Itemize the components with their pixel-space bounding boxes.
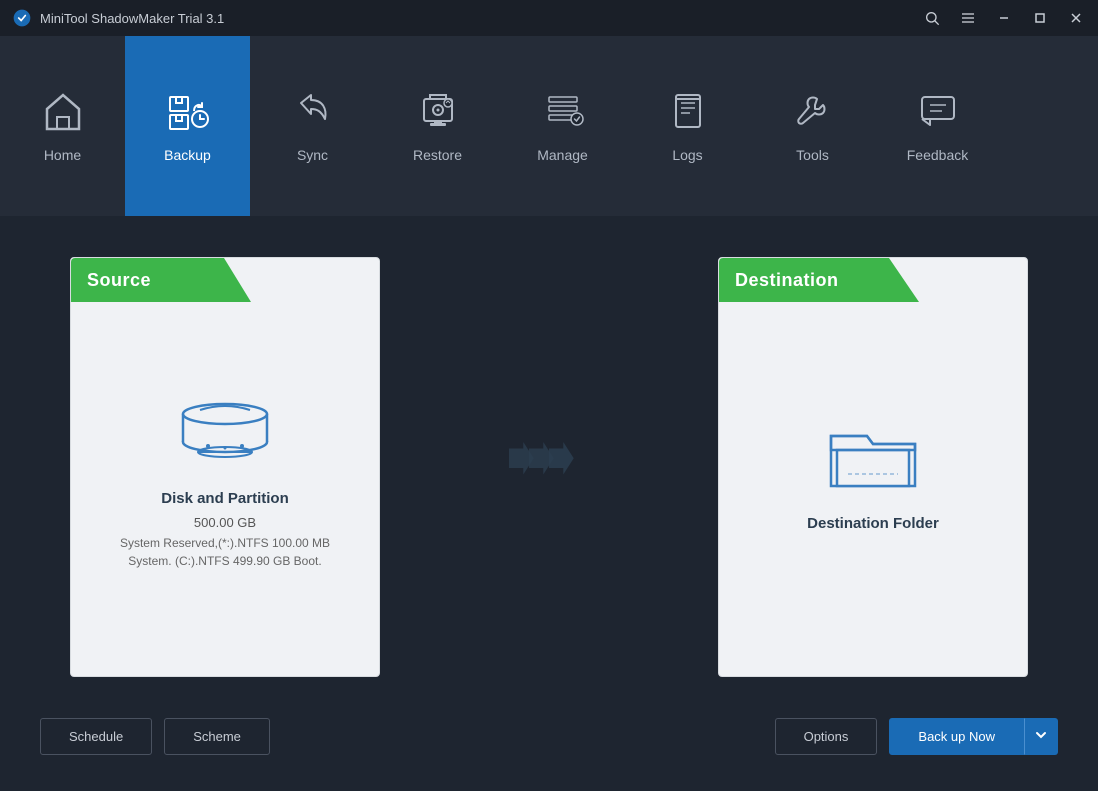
backup-now-dropdown[interactable] <box>1024 718 1058 755</box>
restore-icon <box>416 89 460 139</box>
nav-restore[interactable]: Restore <box>375 36 500 216</box>
arrow-area <box>380 442 718 492</box>
backup-now-button[interactable]: Back up Now <box>889 718 1024 755</box>
nav-tools[interactable]: Tools <box>750 36 875 216</box>
logs-icon <box>666 89 710 139</box>
maximize-button[interactable] <box>1030 8 1050 28</box>
source-title: Disk and Partition <box>161 490 289 507</box>
arrow-icon <box>509 442 589 492</box>
schedule-button[interactable]: Schedule <box>40 718 152 755</box>
bottom-left-buttons: Schedule Scheme <box>40 718 270 755</box>
nav-sync-label: Sync <box>297 147 328 163</box>
manage-icon <box>541 89 585 139</box>
search-icon[interactable] <box>922 8 942 28</box>
destination-card-header: Destination <box>719 258 919 302</box>
nav-logs-label: Logs <box>672 147 702 163</box>
nav-backup[interactable]: Backup <box>125 36 250 216</box>
bottom-bar: Schedule Scheme Options Back up Now <box>40 718 1058 771</box>
source-size: 500.00 GB <box>194 515 256 530</box>
source-card-header: Source <box>71 258 251 302</box>
feedback-icon <box>916 89 960 139</box>
source-desc: System Reserved,(*:).NTFS 100.00 MB Syst… <box>105 534 345 570</box>
close-button[interactable] <box>1066 8 1086 28</box>
scheme-button[interactable]: Scheme <box>164 718 270 755</box>
backup-icon <box>166 89 210 139</box>
sync-icon <box>291 89 335 139</box>
disk-icon <box>170 384 280 474</box>
nav-restore-label: Restore <box>413 147 462 163</box>
nav-manage[interactable]: Manage <box>500 36 625 216</box>
bottom-right-buttons: Options Back up Now <box>775 718 1058 755</box>
nav-bar: Home Backup Sync <box>0 36 1098 216</box>
nav-feedback[interactable]: Feedback <box>875 36 1000 216</box>
title-bar: MiniTool ShadowMaker Trial 3.1 <box>0 0 1098 36</box>
nav-tools-label: Tools <box>796 147 829 163</box>
nav-home[interactable]: Home <box>0 36 125 216</box>
nav-feedback-label: Feedback <box>907 147 968 163</box>
app-title: MiniTool ShadowMaker Trial 3.1 <box>40 11 224 26</box>
destination-header-label: Destination <box>735 270 839 291</box>
destination-title: Destination Folder <box>807 515 939 532</box>
nav-sync[interactable]: Sync <box>250 36 375 216</box>
nav-home-label: Home <box>44 147 81 163</box>
source-card[interactable]: Source Disk and Partition <box>70 257 380 677</box>
main-content: Source Disk and Partition <box>0 216 1098 791</box>
app-logo <box>12 8 32 28</box>
cards-row: Source Disk and Partition <box>40 236 1058 698</box>
minimize-button[interactable] <box>994 8 1014 28</box>
title-bar-left: MiniTool ShadowMaker Trial 3.1 <box>12 8 224 28</box>
source-header-label: Source <box>87 270 151 291</box>
options-button[interactable]: Options <box>775 718 878 755</box>
menu-icon[interactable] <box>958 8 978 28</box>
tools-icon <box>791 89 835 139</box>
nav-backup-label: Backup <box>164 147 211 163</box>
nav-logs[interactable]: Logs <box>625 36 750 216</box>
home-icon <box>41 89 85 139</box>
destination-card[interactable]: Destination Destination Folder <box>718 257 1028 677</box>
title-bar-controls <box>922 8 1086 28</box>
folder-icon <box>823 414 923 499</box>
nav-manage-label: Manage <box>537 147 588 163</box>
